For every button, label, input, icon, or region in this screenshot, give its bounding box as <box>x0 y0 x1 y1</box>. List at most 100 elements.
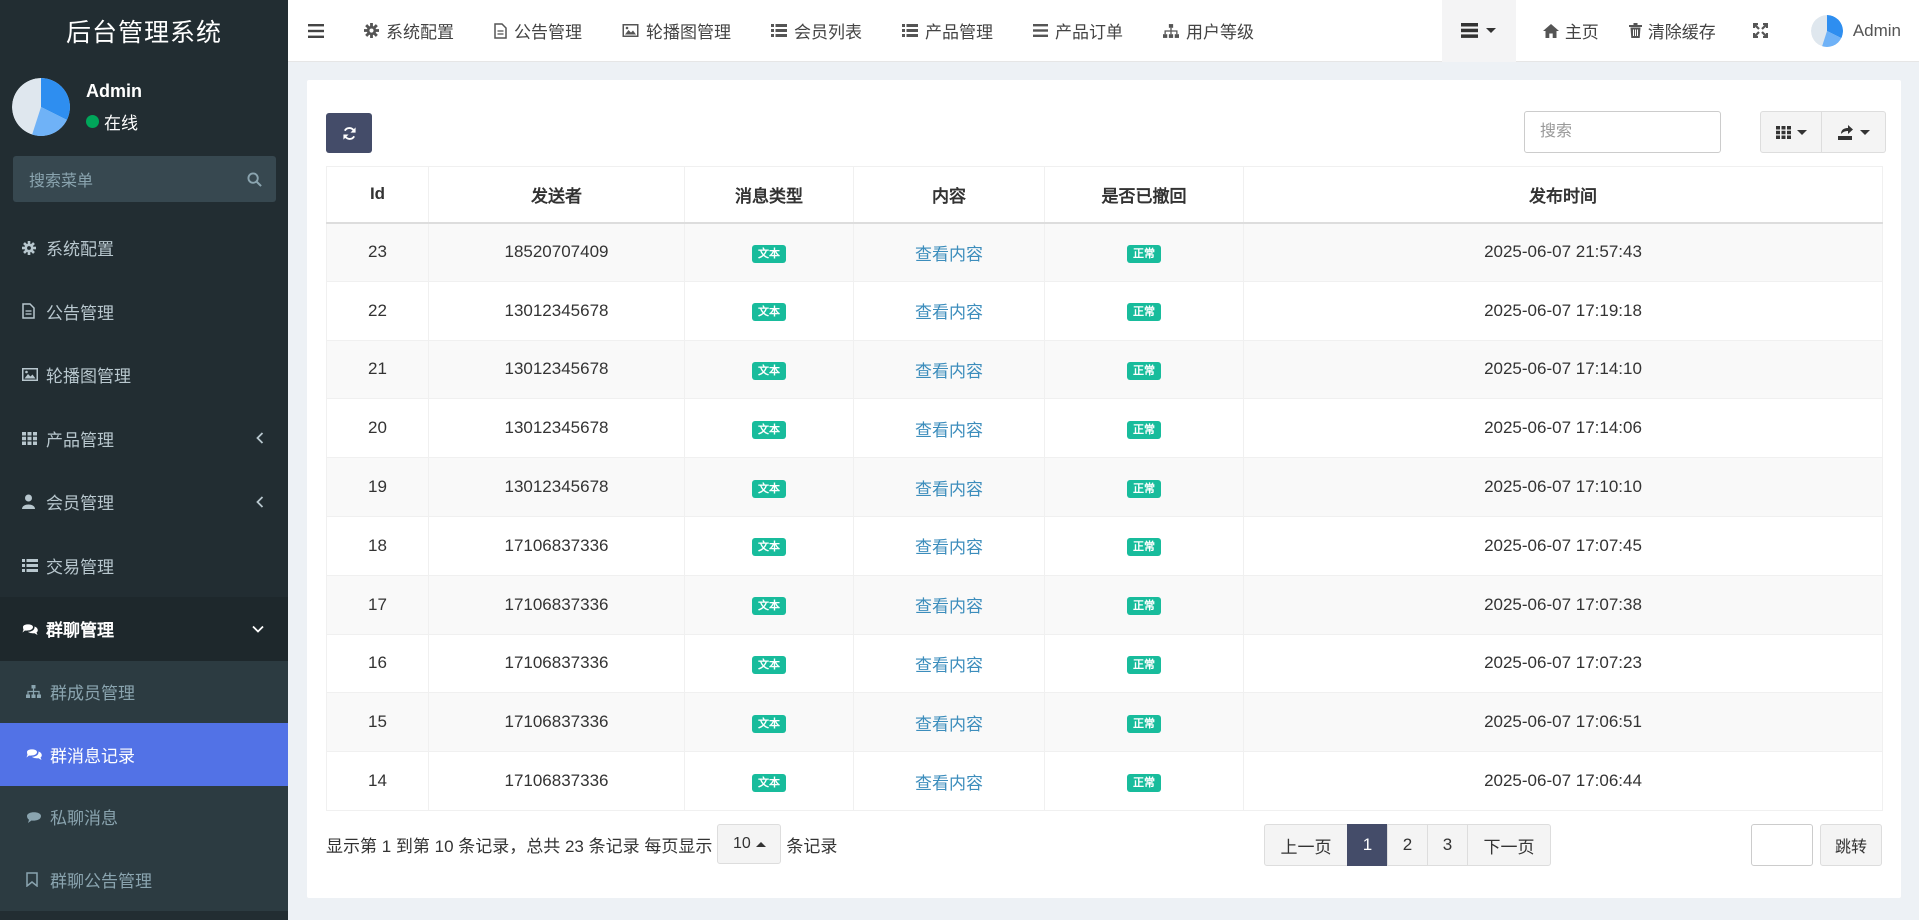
cell-revoked: 正常 <box>1044 633 1244 694</box>
sidebar-item-group-messages[interactable]: 群消息记录 <box>0 723 288 786</box>
column-header-content[interactable]: 内容 <box>853 166 1045 224</box>
cell-content: 查看内容 <box>853 751 1045 811</box>
cell-id: 23 <box>326 222 429 282</box>
column-header-type[interactable]: 消息类型 <box>684 166 854 224</box>
sidebar-item-announcements[interactable]: 公告管理 <box>0 280 288 344</box>
table-tools <box>1760 111 1886 153</box>
type-badge: 文本 <box>752 538 786 557</box>
messages-table: Id 发送者 消息类型 内容 是否已撤回 发布时间 23 18520707409… <box>326 166 1883 811</box>
cell-id: 17 <box>326 574 429 635</box>
page-button-2[interactable]: 2 <box>1387 824 1428 866</box>
fullscreen-button[interactable] <box>1731 0 1796 62</box>
column-header-sender[interactable]: 发送者 <box>428 166 685 224</box>
view-content-link[interactable]: 查看内容 <box>915 245 983 264</box>
export-button[interactable] <box>1822 111 1886 153</box>
type-badge: 文本 <box>752 714 786 733</box>
tab-products[interactable]: 产品管理 <box>882 0 1013 62</box>
home-link[interactable]: 主页 <box>1528 0 1614 62</box>
sidebar-item-private-messages[interactable]: 私聊消息 <box>0 786 288 849</box>
cell-time: 2025-06-07 17:06:44 <box>1243 751 1883 811</box>
view-content-link[interactable]: 查看内容 <box>915 715 983 734</box>
status-badge: 正常 <box>1127 361 1161 381</box>
page-size-dropdown[interactable]: 10 <box>717 824 782 864</box>
column-header-revoked[interactable]: 是否已撤回 <box>1044 166 1244 224</box>
prev-page-button[interactable]: 上一页 <box>1264 824 1348 866</box>
cell-revoked: 正常 <box>1044 398 1244 459</box>
sidebar-item-label: 私聊消息 <box>50 809 118 829</box>
view-content-link[interactable]: 查看内容 <box>915 538 983 557</box>
table-row: 14 17106837336 文本 查看内容 正常 2025-06-07 17:… <box>326 751 1883 811</box>
user-menu[interactable]: Admin <box>1796 0 1919 62</box>
status-badge: 正常 <box>1127 655 1161 675</box>
cell-id: 18 <box>326 515 429 576</box>
list-icon <box>22 558 40 572</box>
sidebar-item-label: 轮播图管理 <box>46 367 131 387</box>
app-title[interactable]: 后台管理系统 <box>0 0 288 62</box>
cell-sender: 17106837336 <box>428 633 685 694</box>
status-badge: 正常 <box>1127 303 1161 322</box>
grid-icon <box>22 431 40 445</box>
sitemap-icon <box>1163 23 1179 38</box>
tab-user-levels[interactable]: 用户等级 <box>1143 0 1274 62</box>
cell-content: 查看内容 <box>853 222 1045 282</box>
status-badge: 正常 <box>1127 714 1161 733</box>
jump-button[interactable]: 跳转 <box>1820 824 1882 866</box>
type-badge: 文本 <box>752 597 786 616</box>
tab-carousel[interactable]: 轮播图管理 <box>602 0 751 62</box>
sidebar-item-group-chat[interactable]: 群聊管理 <box>0 597 288 661</box>
jump-page-input[interactable] <box>1751 824 1813 866</box>
view-content-link[interactable]: 查看内容 <box>915 362 983 381</box>
view-content-link[interactable]: 查看内容 <box>915 303 983 322</box>
tab-announcements[interactable]: 公告管理 <box>474 0 602 62</box>
page-button-1[interactable]: 1 <box>1347 824 1388 866</box>
search-icon[interactable] <box>247 171 262 187</box>
sidebar-item-transactions[interactable]: 交易管理 <box>0 534 288 598</box>
view-content-link[interactable]: 查看内容 <box>915 421 983 440</box>
column-header-id[interactable]: Id <box>326 166 429 224</box>
view-content-link[interactable]: 查看内容 <box>915 656 983 675</box>
more-tabs-dropdown[interactable] <box>1441 0 1516 62</box>
page-button-3[interactable]: 3 <box>1427 824 1468 866</box>
type-badge: 文本 <box>752 244 786 263</box>
menu-search-input[interactable]: 搜索菜单 <box>29 167 247 191</box>
next-page-button[interactable]: 下一页 <box>1467 824 1551 866</box>
columns-button[interactable] <box>1760 111 1822 153</box>
refresh-button[interactable] <box>326 113 372 153</box>
top-navbar: 系统配置 公告管理 轮播图管理 会员列表 产品管理 产品订单 用户等级 主页 清… <box>288 0 1919 62</box>
sidebar-item-members[interactable]: 会员管理 <box>0 470 288 534</box>
menu-search[interactable]: 搜索菜单 <box>13 156 276 202</box>
sidebar-item-system-config[interactable]: 系统配置 <box>0 216 288 280</box>
comments-icon <box>26 747 44 761</box>
home-label: 主页 <box>1564 23 1599 42</box>
cell-type: 文本 <box>684 692 854 753</box>
cell-type: 文本 <box>684 339 854 400</box>
status-badge: 正常 <box>1127 773 1161 792</box>
clear-cache-button[interactable]: 清除缓存 <box>1614 0 1731 62</box>
cell-sender: 18520707409 <box>428 222 685 282</box>
cell-time: 2025-06-07 17:06:51 <box>1243 692 1883 753</box>
cell-time: 2025-06-07 17:10:10 <box>1243 457 1883 517</box>
sidebar-item-products[interactable]: 产品管理 <box>0 407 288 471</box>
sidebar-toggle-button[interactable] <box>288 0 344 62</box>
view-content-link[interactable]: 查看内容 <box>915 597 983 616</box>
cell-content: 查看内容 <box>853 515 1045 576</box>
trash-icon <box>1628 23 1642 38</box>
file-icon <box>494 22 507 39</box>
refresh-icon <box>342 126 356 140</box>
search-input[interactable] <box>1524 111 1721 153</box>
cell-time: 2025-06-07 17:07:38 <box>1243 574 1883 635</box>
gear-icon <box>22 240 40 255</box>
sidebar-item-carousel[interactable]: 轮播图管理 <box>0 343 288 407</box>
cell-id: 19 <box>326 457 429 517</box>
sidebar-item-group-announcements[interactable]: 群聊公告管理 <box>0 848 288 911</box>
tab-system-config[interactable]: 系统配置 <box>344 0 474 62</box>
tab-member-list[interactable]: 会员列表 <box>751 0 882 62</box>
sidebar-item-group-members[interactable]: 群成员管理 <box>0 661 288 724</box>
cell-sender: 17106837336 <box>428 574 685 635</box>
comment-icon <box>26 810 44 824</box>
table-row: 21 13012345678 文本 查看内容 正常 2025-06-07 17:… <box>326 339 1883 400</box>
view-content-link[interactable]: 查看内容 <box>915 774 983 793</box>
tab-product-orders[interactable]: 产品订单 <box>1013 0 1143 62</box>
column-header-time[interactable]: 发布时间 <box>1243 166 1883 224</box>
view-content-link[interactable]: 查看内容 <box>915 480 983 499</box>
